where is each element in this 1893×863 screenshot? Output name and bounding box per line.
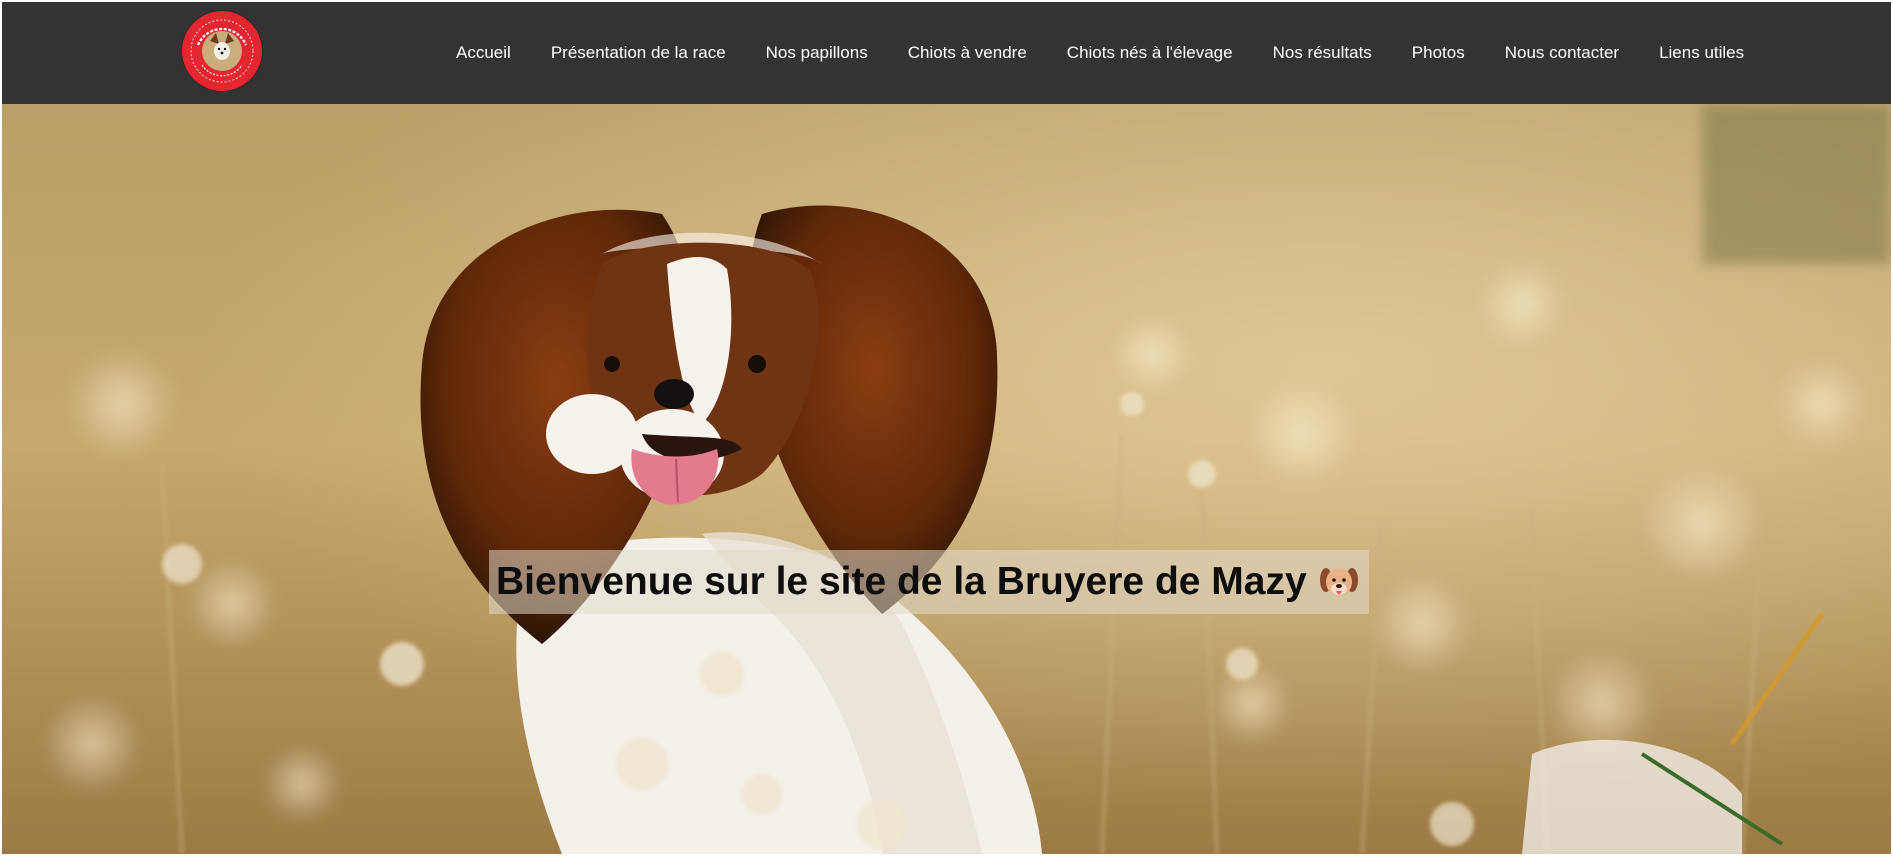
nav-item-chiots-nes[interactable]: Chiots nés à l'élevage	[1047, 43, 1253, 63]
site-logo[interactable]	[182, 11, 262, 91]
welcome-banner: Bienvenue sur le site de la Bruyere de M…	[489, 550, 1369, 614]
papillon-dog-logo-icon	[183, 12, 261, 90]
nav-item-chiots-a-vendre[interactable]: Chiots à vendre	[888, 43, 1047, 63]
nav-item-liens-utiles[interactable]: Liens utiles	[1639, 43, 1764, 63]
nav-item-presentation-race[interactable]: Présentation de la race	[531, 43, 746, 63]
nav-item-nous-contacter[interactable]: Nous contacter	[1485, 43, 1639, 63]
welcome-title: Bienvenue sur le site de la Bruyere de M…	[496, 560, 1307, 603]
nav-item-nos-papillons[interactable]: Nos papillons	[746, 43, 888, 63]
papillon-dog-photo	[2, 104, 1891, 854]
nav-item-nos-resultats[interactable]: Nos résultats	[1253, 43, 1392, 63]
page-frame: Accueil Présentation de la race Nos papi…	[2, 2, 1891, 854]
nav-item-accueil[interactable]: Accueil	[436, 43, 531, 63]
hero-banner: Bienvenue sur le site de la Bruyere de M…	[2, 104, 1891, 854]
top-navbar: Accueil Présentation de la race Nos papi…	[2, 2, 1891, 104]
dog-face-icon	[1319, 563, 1359, 601]
nav-item-photos[interactable]: Photos	[1392, 43, 1485, 63]
main-nav-menu: Accueil Présentation de la race Nos papi…	[436, 2, 1764, 104]
